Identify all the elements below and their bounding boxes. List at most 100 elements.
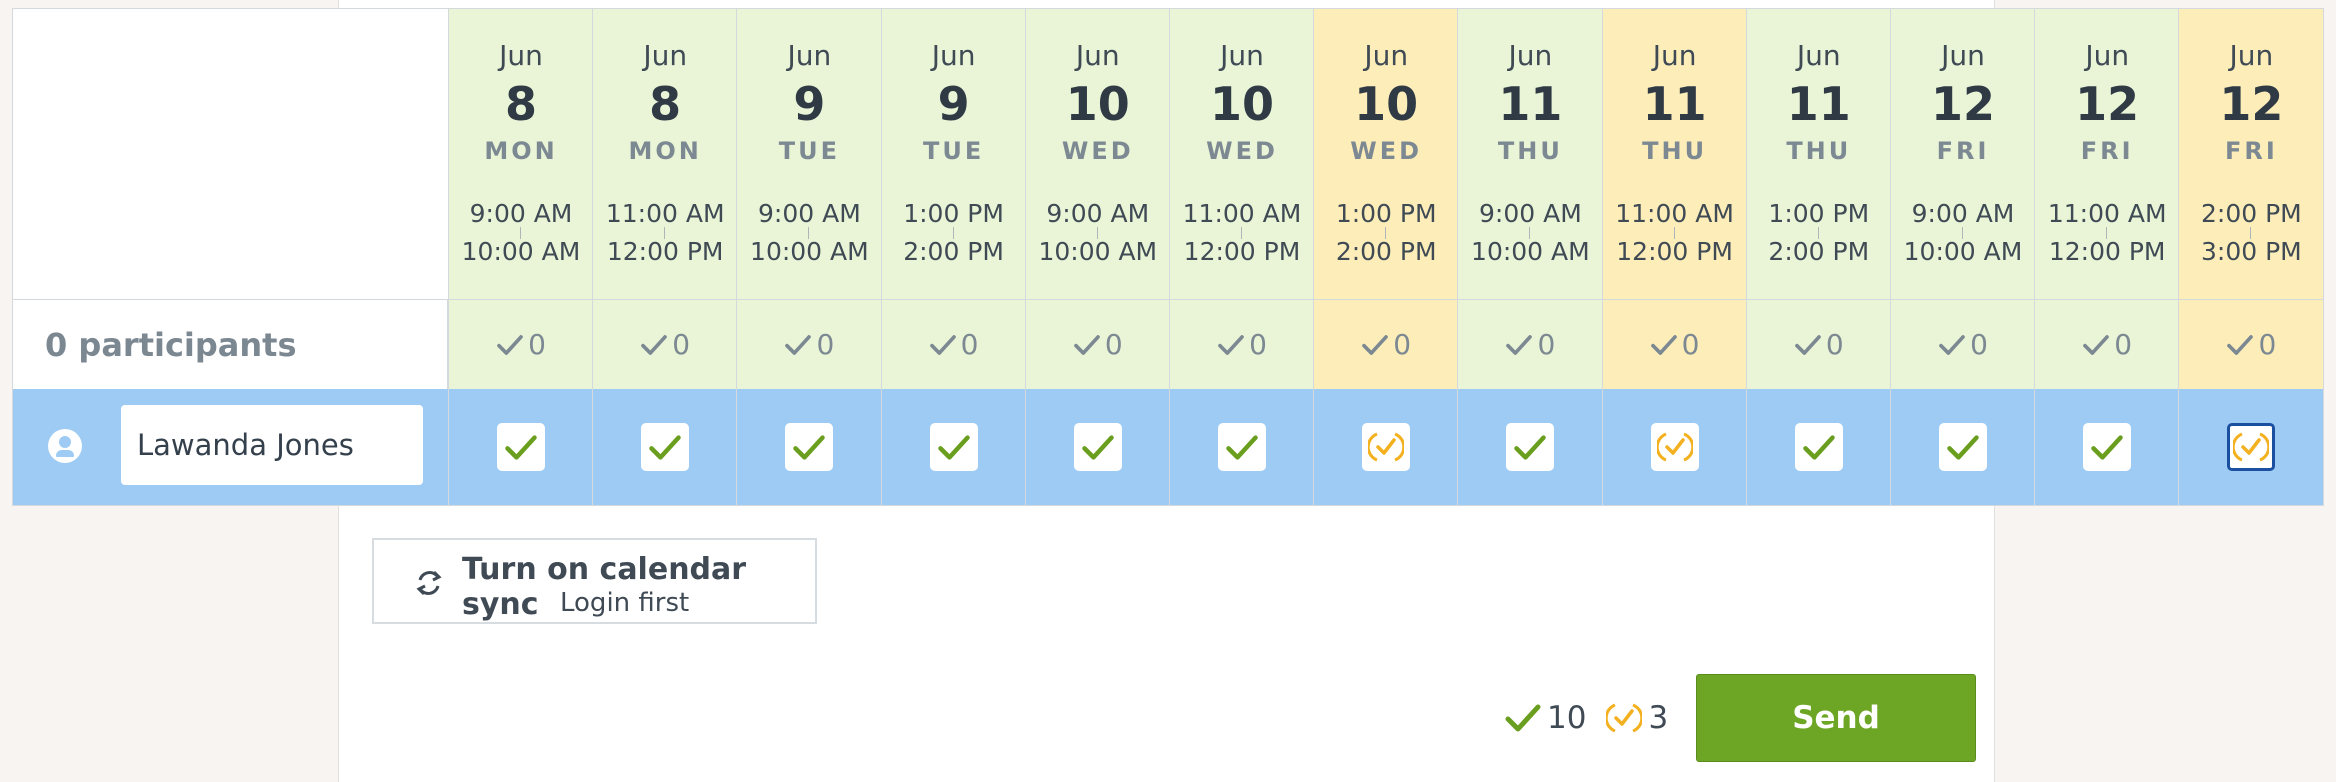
answer-checkbox[interactable]	[1073, 423, 1122, 471]
vote-count-value: 0	[1825, 328, 1844, 361]
check-icon	[505, 434, 537, 460]
slot-day: 12	[2219, 77, 2284, 131]
slot-answer-cell[interactable]	[1602, 389, 1747, 505]
slot-start-time: 9:00 AM	[1479, 199, 1582, 228]
check-icon	[649, 434, 681, 460]
slot-vote-count: 0	[593, 299, 738, 389]
check-icon	[1226, 434, 1258, 460]
slot-vote-count: 0	[1746, 299, 1891, 389]
answer-checkbox[interactable]	[1362, 423, 1411, 471]
vote-count-value: 0	[1537, 328, 1556, 361]
timeslot-column: Jun 9 TUE 9:00 AM 10:00 AM 0	[736, 9, 882, 505]
slot-weekday: THU	[1497, 137, 1563, 165]
slot-start-time: 1:00 PM	[903, 199, 1004, 228]
slot-vote-count: 0	[449, 299, 593, 389]
timeslot-column: Jun 11 THU 9:00 AM 10:00 AM 0	[1457, 9, 1603, 505]
slot-answer-cell[interactable]	[1170, 389, 1314, 505]
slot-weekday: FRI	[1936, 137, 1990, 165]
slot-day: 9	[937, 77, 970, 131]
slot-weekday: FRI	[2224, 137, 2278, 165]
timeslot-column: Jun 12 FRI 11:00 AM 12:00 PM 0	[2034, 9, 2180, 505]
sync-subtitle: Login first	[560, 588, 690, 618]
slot-answer-cell[interactable]	[593, 389, 738, 505]
answer-checkbox[interactable]	[1650, 423, 1699, 471]
slot-day: 12	[2075, 77, 2140, 131]
slot-end-time: 2:00 PM	[1335, 237, 1437, 266]
vote-count-value: 0	[816, 328, 835, 361]
timeslot-column: Jun 11 THU 11:00 AM 12:00 PM 0	[1601, 9, 1747, 505]
vote-count-value: 0	[960, 328, 979, 361]
slot-start-time: 2:00 PM	[2201, 199, 2302, 228]
answer-tally: 10 3	[1505, 698, 1688, 738]
slot-answer-cell[interactable]	[449, 389, 593, 505]
slot-weekday: THU	[1642, 137, 1708, 165]
grid-corner	[13, 9, 449, 299]
slot-vote-count: 0	[2179, 299, 2324, 389]
timeslot-header: Jun 12 FRI 11:00 AM 12:00 PM	[2035, 9, 2180, 299]
slot-month: Jun	[787, 39, 832, 72]
vote-count-value: 0	[2114, 328, 2133, 361]
slot-month: Jun	[931, 39, 976, 72]
participant-row-header	[13, 389, 449, 505]
answer-checkbox[interactable]	[785, 423, 834, 471]
slot-answer-cell[interactable]	[1025, 389, 1170, 505]
answer-checkbox[interactable]	[1939, 423, 1987, 471]
check-icon	[1795, 334, 1821, 355]
vote-count-value: 0	[1681, 328, 1700, 361]
timeslot-header: Jun 8 MON 11:00 AM 12:00 PM	[593, 9, 738, 299]
slot-answer-cell[interactable]	[1314, 389, 1459, 505]
yes-check-icon	[1505, 704, 1541, 732]
slot-start-time: 11:00 AM	[1182, 199, 1302, 228]
slot-answer-cell[interactable]	[737, 389, 882, 505]
timeslot-header: Jun 11 THU 11:00 AM 12:00 PM	[1602, 9, 1747, 299]
slot-vote-count: 0	[1170, 299, 1314, 389]
answer-checkbox[interactable]	[497, 423, 545, 471]
calendar-sync-button[interactable]: Turn on calendar sync Login first	[372, 538, 817, 624]
slot-answer-cell[interactable]	[1746, 389, 1891, 505]
timeslot-header: Jun 12 FRI 2:00 PM 3:00 PM	[2179, 9, 2324, 299]
slot-answer-cell[interactable]	[2035, 389, 2180, 505]
check-icon	[1939, 334, 1965, 355]
timeslot-column: Jun 10 WED 1:00 PM 2:00 PM 0	[1313, 9, 1459, 505]
timeslot-header: Jun 11 THU 1:00 PM 2:00 PM	[1746, 9, 1891, 299]
slot-end-time: 10:00 AM	[461, 237, 581, 266]
answer-checkbox[interactable]	[1218, 423, 1266, 471]
slot-answer-cell[interactable]	[1891, 389, 2035, 505]
timeslot-column: Jun 12 FRI 2:00 PM 3:00 PM 0	[2178, 9, 2324, 505]
slot-answer-cell[interactable]	[2179, 389, 2324, 505]
slot-vote-count: 0	[1602, 299, 1747, 389]
slot-answer-cell[interactable]	[1458, 389, 1603, 505]
ifneeded-check-icon	[1368, 432, 1405, 462]
slot-weekday: TUE	[778, 137, 841, 165]
slot-month: Jun	[499, 39, 543, 72]
slot-start-time: 11:00 AM	[2047, 199, 2167, 228]
participant-name-input[interactable]	[121, 405, 423, 485]
slot-month: Jun	[1508, 39, 1553, 72]
send-button[interactable]: Send	[1696, 674, 1976, 762]
check-icon	[2227, 334, 2254, 355]
answer-checkbox[interactable]	[1506, 423, 1555, 471]
vote-count-value: 0	[1393, 328, 1412, 361]
check-icon	[785, 334, 812, 355]
answer-checkbox[interactable]	[2227, 423, 2276, 471]
ifneeded-check-icon	[1656, 432, 1693, 462]
slot-answer-cell[interactable]	[881, 389, 1026, 505]
slot-day: 12	[1930, 77, 1995, 131]
slot-vote-count: 0	[1891, 299, 2035, 389]
check-icon	[929, 334, 956, 355]
slot-weekday: MON	[484, 137, 558, 165]
slot-end-time: 10:00 AM	[1903, 237, 2023, 266]
check-icon	[2091, 434, 2123, 460]
participants-summary: 0 participants	[13, 299, 448, 389]
slot-start-time: 9:00 AM	[1911, 199, 2015, 228]
check-icon	[937, 434, 970, 460]
answer-checkbox[interactable]	[1794, 423, 1843, 471]
timeslot-header: Jun 9 TUE 9:00 AM 10:00 AM	[737, 9, 882, 299]
answer-checkbox[interactable]	[641, 423, 690, 471]
check-icon	[1514, 434, 1547, 460]
slot-day: 9	[793, 77, 826, 131]
answer-checkbox[interactable]	[929, 423, 978, 471]
slot-day: 8	[504, 77, 537, 131]
slot-vote-count: 0	[1314, 299, 1459, 389]
answer-checkbox[interactable]	[2083, 423, 2132, 471]
